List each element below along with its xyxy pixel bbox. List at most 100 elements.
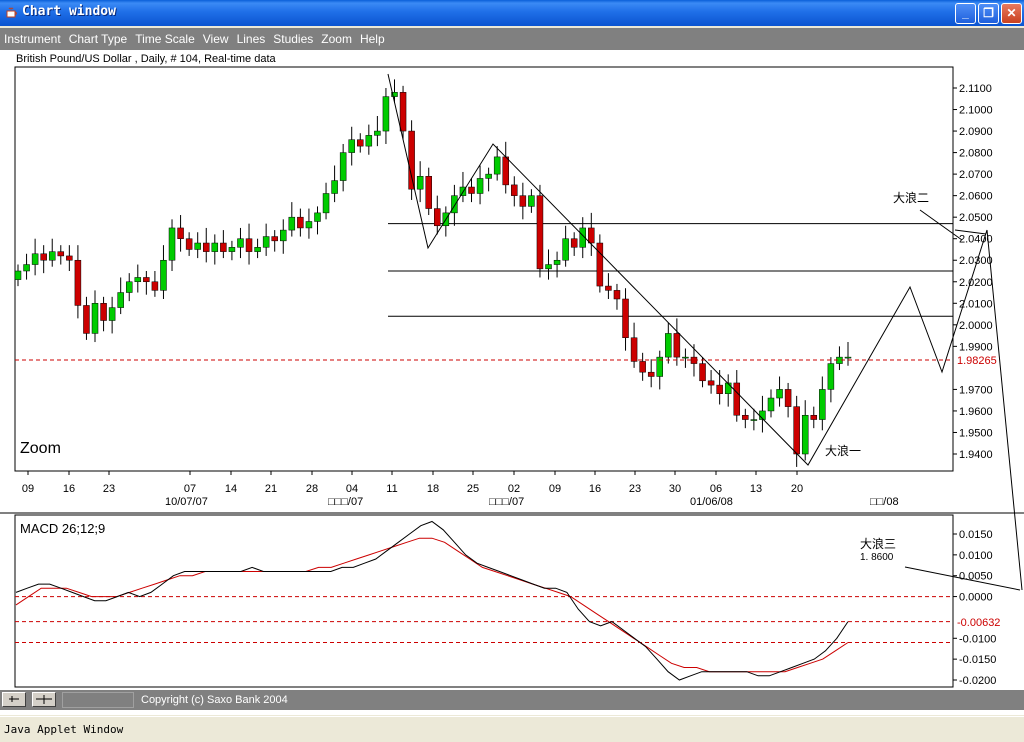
candle-body: [382, 96, 390, 132]
macd-y-tick-label: 0.0150: [959, 529, 993, 541]
menu-help[interactable]: Help: [356, 28, 389, 46]
price-y-tick-label: 1.9500: [959, 427, 993, 439]
maximize-button[interactable]: ❐: [978, 3, 999, 24]
minimize-button[interactable]: _: [955, 3, 976, 24]
macd-current-label: -0.00632: [957, 617, 1000, 629]
copyright-text: Copyright (c) Saxo Bank 2004: [141, 694, 288, 706]
pin-button[interactable]: [2, 692, 26, 707]
menu-view[interactable]: View: [199, 28, 233, 46]
candle-body: [211, 242, 219, 252]
candle-body: [767, 397, 775, 412]
price-y-tick-label: 2.1000: [959, 105, 993, 117]
menu-studies[interactable]: Studies: [269, 28, 317, 46]
candle-body: [545, 264, 552, 270]
price-x-tick-label: 07: [184, 483, 196, 495]
price-x-tick-label: 25: [467, 483, 479, 495]
candle-body: [784, 389, 792, 407]
candle-body: [750, 419, 758, 421]
menu-lines[interactable]: Lines: [233, 28, 270, 46]
menu-chart-type[interactable]: Chart Type: [65, 28, 131, 46]
price-y-tick-label: 2.0700: [959, 169, 993, 181]
price-y-tick-label: 1.9400: [959, 449, 993, 461]
candle-body: [185, 238, 193, 250]
candle-body: [485, 173, 492, 179]
candle-body: [622, 298, 629, 338]
macd-y-tick-label: 0.0100: [959, 550, 993, 562]
zoom-label[interactable]: Zoom: [20, 440, 61, 457]
candle-body: [305, 221, 313, 229]
close-button[interactable]: ✕: [1001, 3, 1022, 24]
applet-warning-bar: Java Applet Window: [0, 716, 1024, 742]
candle-body: [793, 406, 800, 455]
wave3-label: 大浪三: [860, 536, 896, 551]
candle-body: [228, 247, 236, 252]
crosshair-button[interactable]: [32, 692, 56, 707]
candle-body: [451, 195, 458, 214]
candle-body: [194, 242, 201, 250]
candle-body: [399, 92, 407, 132]
chart-area[interactable]: British Pound/US Dollar , Daily, # 104, …: [0, 50, 1024, 715]
candle-body: [245, 238, 253, 252]
candle-body: [630, 337, 638, 362]
candle-body: [425, 176, 432, 209]
candle-body: [588, 227, 595, 244]
candle-body: [476, 178, 484, 194]
price-x-tick-label: 28: [306, 483, 318, 495]
candle-body: [271, 236, 278, 242]
price-plot-frame: [14, 66, 954, 472]
date-label-5: □□/08: [870, 496, 899, 508]
candle-body: [827, 363, 835, 390]
wave2-label: 大浪二: [893, 190, 929, 205]
candle-body: [493, 156, 501, 175]
restore-icon: ❐: [983, 6, 994, 20]
date-label-3: □□□/07: [489, 496, 524, 508]
menu-zoom[interactable]: Zoom: [317, 28, 356, 46]
candle-body: [23, 264, 30, 272]
date-label-4: 01/06/08: [690, 496, 733, 508]
candle-body: [468, 186, 475, 194]
price-y-tick-label: 2.1100: [959, 83, 992, 95]
menu-time-scale[interactable]: Time Scale: [131, 28, 199, 46]
price-y-tick-label: 2.0900: [959, 126, 993, 138]
candle-body: [348, 139, 355, 153]
candle-body: [262, 236, 270, 248]
status-bar: Copyright (c) Saxo Bank 2004: [0, 690, 1024, 710]
minimize-icon: _: [962, 6, 969, 20]
candle-body: [100, 303, 107, 321]
candle-body: [733, 382, 741, 416]
candle-body: [331, 180, 338, 194]
candle-body: [682, 356, 689, 359]
price-x-tick-label: 09: [549, 483, 561, 495]
price-x-tick-label: 13: [750, 483, 762, 495]
price-x-tick-label: 14: [225, 483, 237, 495]
candle-body: [202, 242, 210, 252]
candle-body: [570, 238, 578, 248]
title-bar[interactable]: Chart window _ ❐ ✕: [0, 0, 1024, 26]
candle-body: [819, 389, 826, 420]
status-tab[interactable]: [62, 692, 134, 708]
candle-body: [511, 184, 518, 196]
candle-body: [613, 290, 621, 300]
candle-body: [519, 195, 527, 207]
candle-body: [31, 253, 39, 265]
candle-body: [647, 371, 655, 377]
menu-instrument[interactable]: Instrument: [0, 28, 65, 46]
candle-body: [639, 361, 646, 373]
price-y-tick-label: 1.9700: [959, 384, 993, 396]
price-x-tick-label: 20: [791, 483, 803, 495]
candle-body: [742, 414, 749, 420]
price-x-tick-label: 16: [63, 483, 75, 495]
price-chart[interactable]: British Pound/US Dollar , Daily, # 104, …: [0, 50, 1024, 690]
price-y-tick-label: 2.0200: [959, 277, 993, 289]
candle-body: [322, 193, 330, 214]
candle-body: [117, 292, 124, 308]
price-y-tick-label: 2.0500: [959, 212, 993, 224]
candle-body: [143, 277, 150, 283]
java-cup-icon: [6, 7, 17, 18]
price-x-tick-label: 30: [669, 483, 681, 495]
candle-body: [314, 212, 321, 222]
macd-y-tick-label: 0.0000: [959, 592, 993, 604]
close-icon: ✕: [1006, 6, 1017, 20]
candle-body: [57, 251, 65, 257]
price-x-tick-label: 23: [629, 483, 641, 495]
